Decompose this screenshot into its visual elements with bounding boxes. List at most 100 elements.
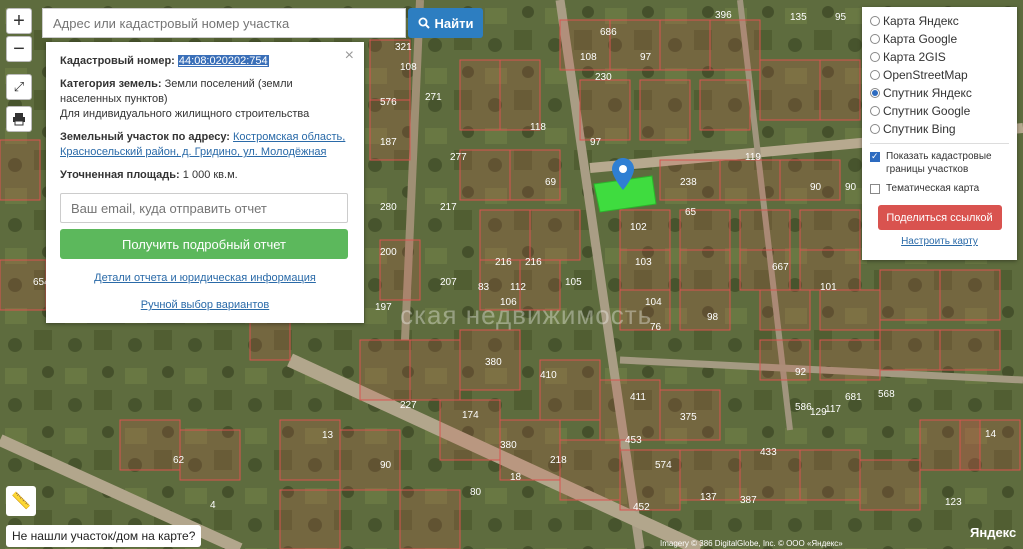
parcel-number-label: 105 (565, 277, 582, 288)
layer-option-2gis-map[interactable]: Карта 2GIS (870, 48, 1009, 66)
radio-icon (870, 106, 880, 116)
parcel-number-label: 227 (400, 400, 417, 411)
watermark: ская недвижимость (400, 300, 653, 330)
radio-icon (870, 52, 880, 62)
search-input[interactable] (43, 9, 405, 37)
parcel-number-label: 80 (470, 487, 482, 498)
share-link-button[interactable]: Поделиться ссылкой (877, 205, 1002, 230)
parcel-number-label: 62 (173, 455, 185, 466)
parcel-number-label: 576 (380, 97, 397, 108)
parcel-number-label: 396 (715, 10, 732, 21)
cadnum-value[interactable]: 44:08:020202:754 (177, 55, 269, 67)
parcel-number-label: 90 (380, 460, 392, 471)
layer-option-osm[interactable]: OpenStreetMap (870, 66, 1009, 84)
search-icon (418, 17, 430, 29)
parcel-number-label: 92 (795, 367, 807, 378)
parcel-number-label: 187 (380, 137, 397, 148)
layer-option-yandex-satellite[interactable]: Спутник Яндекс (870, 84, 1009, 102)
zoom-in-button[interactable]: + (6, 8, 32, 34)
parcel-number-label: 686 (600, 27, 617, 38)
radio-icon (870, 70, 880, 80)
layer-option-yandex-map[interactable]: Карта Яндекс (870, 12, 1009, 30)
parcel-number-label: 568 (878, 389, 895, 400)
parcel-number-label: 174 (462, 410, 479, 421)
parcel-number-label: 83 (478, 282, 490, 293)
parcel-number-label: 4 (210, 500, 216, 511)
email-field[interactable] (60, 193, 348, 223)
parcel-number-label: 108 (580, 52, 597, 63)
report-details-link[interactable]: Детали отчета и юридическая информация (94, 272, 316, 284)
checkbox-checked-icon (870, 150, 880, 163)
layers-panel: Карта Яндекс Карта Google Карта 2GIS Ope… (862, 7, 1017, 260)
parcel-number-label: 280 (380, 202, 397, 213)
address-label: Земельный участок по адресу: (60, 131, 230, 143)
zoom-out-button[interactable]: − (6, 36, 32, 62)
parcel-number-label: 277 (450, 152, 467, 163)
parcel-number-label: 574 (655, 460, 672, 471)
parcel-number-label: 108 (400, 62, 417, 73)
parcel-number-label: 103 (635, 257, 652, 268)
area-value: 1 000 кв.м. (182, 169, 238, 181)
parcel-number-label: 411 (630, 392, 646, 403)
print-button[interactable] (6, 106, 32, 132)
expand-icon: ⤢ (13, 79, 25, 94)
radio-icon (870, 34, 880, 44)
map-attribution: Imagery © 386 DigitalGlobe, Inc. © OOO «… (660, 539, 843, 548)
search-bar (42, 8, 406, 38)
location-marker-icon (612, 158, 634, 190)
parcel-number-label: 453 (625, 435, 642, 446)
parcel-info-panel: × Кадастровый номер: 44:08:020202:754 Ка… (46, 42, 364, 323)
parcel-number-label: 200 (380, 247, 397, 258)
parcel-number-label: 90 (810, 182, 822, 193)
category-label: Категория земель: (60, 78, 162, 90)
parcel-number-label: 452 (633, 502, 650, 513)
parcel-number-label: 137 (700, 492, 717, 503)
parcel-number-label: 238 (680, 177, 697, 188)
layer-option-bing-satellite[interactable]: Спутник Bing (870, 120, 1009, 138)
search-button-label: Найти (434, 15, 474, 31)
cadastral-boundaries-checkbox[interactable]: Показать кадастровые границы участков (870, 150, 1009, 176)
parcel-number-label: 230 (595, 72, 612, 83)
parcel-number-label: 197 (375, 302, 392, 313)
ruler-button[interactable]: 📏 (6, 486, 36, 516)
parcel-number-label: 102 (630, 222, 647, 233)
parcel-number-label: 217 (440, 202, 457, 213)
parcel-number-label: 218 (550, 455, 567, 466)
configure-map-link[interactable]: Настроить карту (901, 236, 978, 247)
not-found-button[interactable]: Не нашли участок/дом на карте? (6, 525, 202, 547)
parcel-number-label: 129 (810, 407, 827, 418)
layer-label: Карта Google (883, 32, 958, 46)
printer-icon (13, 113, 25, 126)
parcel-number-label: 123 (945, 497, 962, 508)
area-label: Уточненная площадь: (60, 169, 180, 181)
parcel-number-label: 13 (322, 430, 334, 441)
radio-selected-icon (870, 88, 880, 98)
parcel-number-label: 207 (440, 277, 457, 288)
get-report-button[interactable]: Получить подробный отчет (60, 229, 348, 259)
parcel-number-label: 69 (545, 177, 557, 188)
parcel-number-label: 135 (790, 12, 807, 23)
parcel-number-label: 216 (525, 257, 542, 268)
fullscreen-button[interactable]: ⤢ (6, 74, 32, 100)
layer-label: Карта Яндекс (883, 14, 959, 28)
parcel-number-label: 14 (985, 429, 997, 440)
parcel-number-label: 112 (510, 282, 526, 293)
parcel-number-label: 97 (590, 137, 602, 148)
parcel-number-label: 119 (745, 152, 761, 163)
layer-label: Карта 2GIS (883, 50, 946, 64)
close-icon[interactable]: × (345, 48, 354, 64)
parcel-number-label: 18 (510, 472, 522, 483)
parcel-number-label: 321 (395, 42, 412, 53)
layer-option-google-map[interactable]: Карта Google (870, 30, 1009, 48)
layer-label: Спутник Google (883, 104, 971, 118)
parcel-number-label: 586 (795, 402, 812, 413)
yandex-logo: Яндекс (970, 525, 1017, 540)
thematic-map-checkbox[interactable]: Тематическая карта (870, 182, 1009, 195)
search-button[interactable]: Найти (408, 8, 483, 38)
parcel-number-label: 118 (530, 122, 546, 133)
cadnum-label: Кадастровый номер: (60, 55, 175, 67)
parcel-number-label: 433 (760, 447, 777, 458)
parcel-number-label: 375 (680, 412, 697, 423)
layer-option-google-satellite[interactable]: Спутник Google (870, 102, 1009, 120)
manual-select-link[interactable]: Ручной выбор вариантов (141, 299, 269, 311)
